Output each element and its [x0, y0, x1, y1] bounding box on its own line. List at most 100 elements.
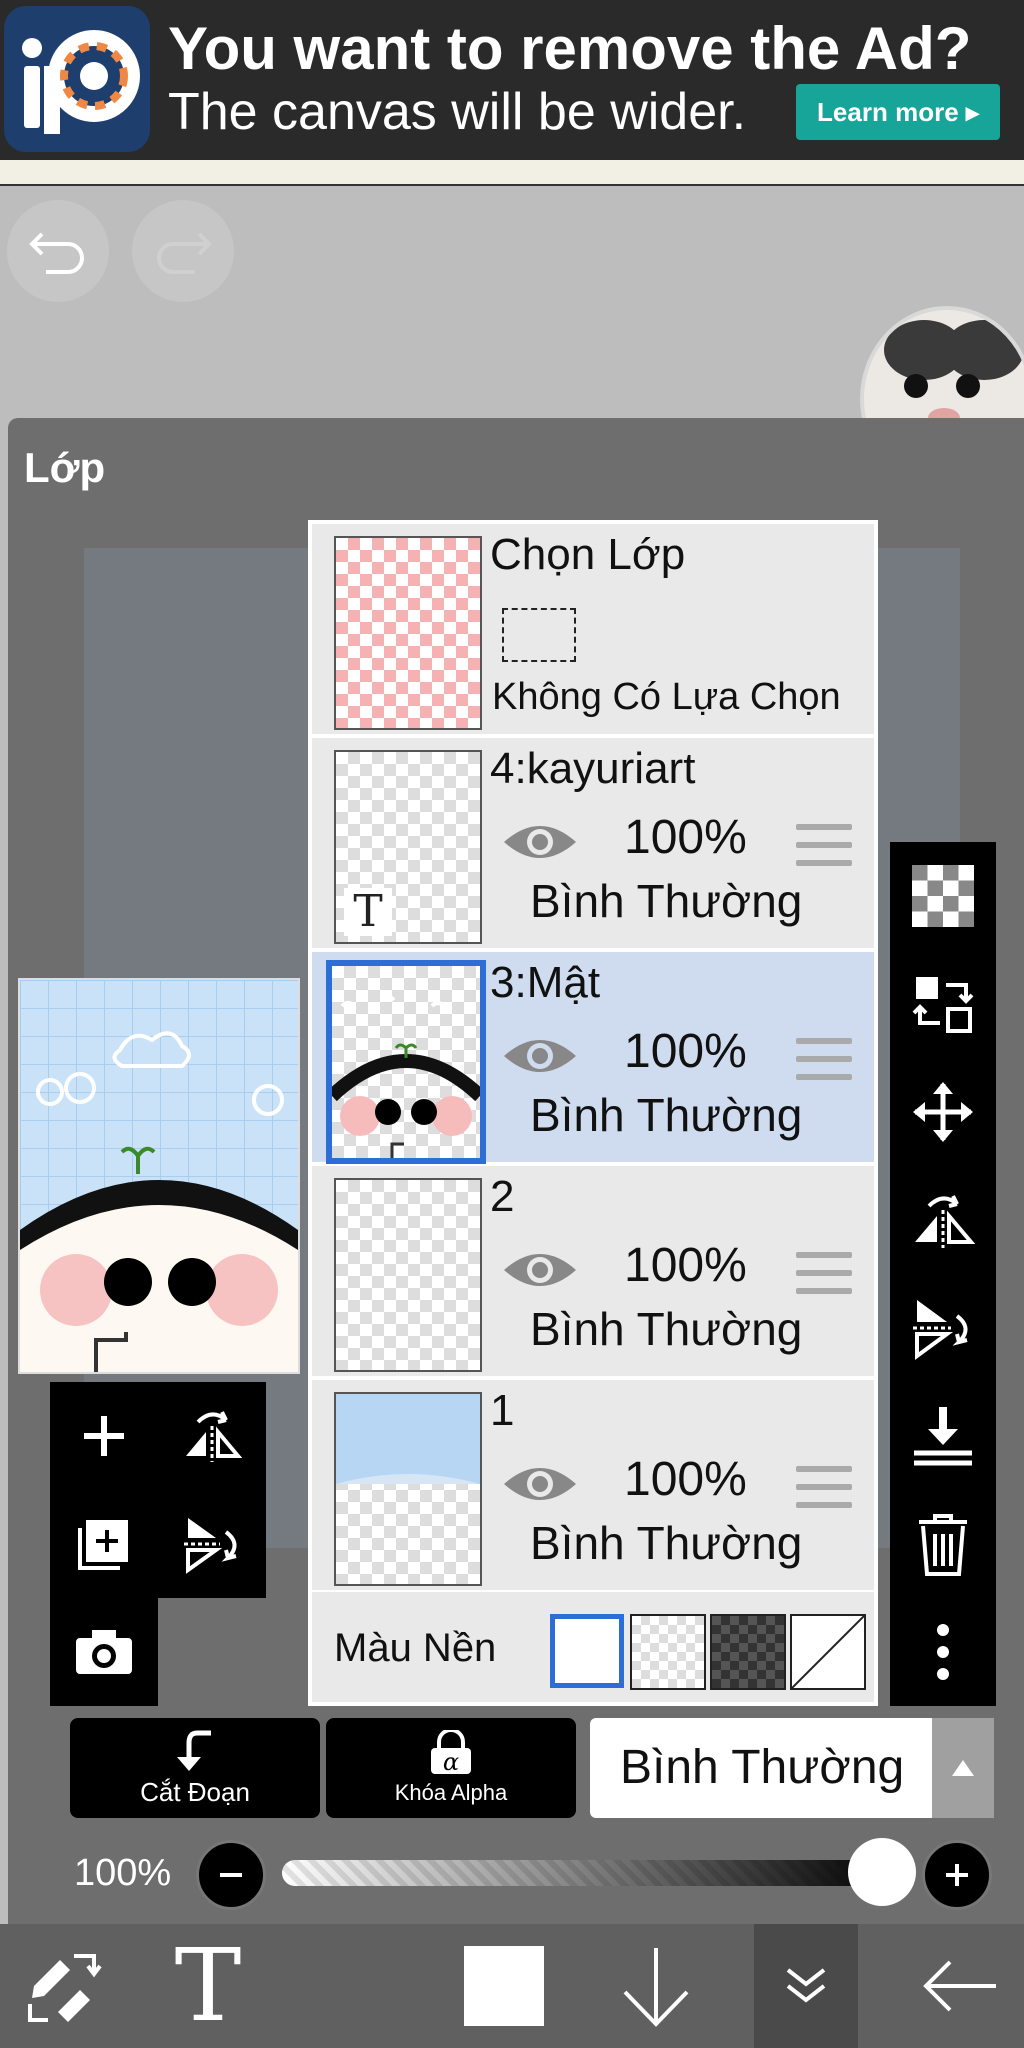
drag-handle-icon[interactable] — [796, 1038, 852, 1084]
layer-name: 4:kayuriart — [490, 744, 696, 793]
undo-icon — [29, 232, 84, 274]
plus-icon — [946, 1864, 968, 1886]
transform-tool-button[interactable] — [0, 1924, 128, 2048]
layer-opacity: 100% — [624, 1239, 747, 1292]
text-layer-icon: T — [344, 888, 392, 936]
drag-handle-icon[interactable] — [796, 1252, 852, 1298]
visibility-eye-icon[interactable] — [502, 1032, 578, 1080]
layer-opacity: 100% — [624, 1025, 747, 1078]
visibility-eye-icon[interactable] — [502, 1460, 578, 1508]
bg-dark-checker-swatch[interactable] — [710, 1614, 786, 1690]
transparency-checker-button[interactable] — [890, 842, 996, 950]
flip-horizontal-icon — [915, 1195, 975, 1248]
redo-icon — [157, 232, 212, 274]
color-button[interactable] — [440, 1924, 568, 2048]
text-tool-button[interactable]: T — [144, 1924, 272, 2048]
more-options-button[interactable] — [890, 1598, 996, 1706]
alpha-lock-label: Khóa Alpha — [394, 1780, 508, 1805]
current-color-swatch — [464, 1946, 544, 2026]
bg-transparent-swatch[interactable] — [630, 1614, 706, 1690]
layer-thumbnail — [334, 1178, 482, 1372]
layer-row[interactable]: 1 100% Bình Thường — [312, 1380, 874, 1590]
swap-icon — [912, 977, 974, 1033]
clipping-button[interactable]: Cắt Đoạn — [70, 1718, 320, 1818]
selection-status: Không Có Lựa Chọn — [492, 676, 841, 718]
ad-divider — [0, 160, 1024, 186]
transform-icon — [28, 1954, 102, 2022]
blend-mode-dropdown[interactable] — [932, 1718, 994, 1818]
selection-layer-name: Chọn Lớp — [490, 530, 686, 579]
ad-title: You want to remove the Ad? — [168, 15, 972, 82]
panel-title: Lớp — [24, 444, 106, 491]
layer-blend-mode: Bình Thường — [530, 1089, 803, 1141]
selection-layer-thumbnail — [334, 536, 482, 730]
trash-icon — [919, 1514, 967, 1576]
layers-list: Chọn Lớp Không Có Lựa Chọn T 4:kayuriart… — [308, 520, 878, 1706]
opacity-slider-thumb[interactable] — [848, 1838, 916, 1906]
layer-opacity: 100% — [624, 811, 747, 864]
more-vertical-icon — [937, 1624, 949, 1680]
merge-down-button[interactable] — [890, 1382, 996, 1490]
layer-opacity: 100% — [624, 1453, 747, 1506]
canvas-preview[interactable] — [18, 978, 300, 1374]
camera-button[interactable] — [50, 1598, 158, 1706]
layer-blend-mode: Bình Thường — [530, 875, 803, 927]
bg-custom-swatch[interactable] — [790, 1614, 866, 1690]
flip-vertical-button[interactable] — [158, 1490, 266, 1598]
alpha-lock-icon: α — [431, 1730, 471, 1776]
clipping-label: Cắt Đoạn — [140, 1776, 250, 1807]
opacity-slider[interactable] — [282, 1860, 890, 1886]
back-button[interactable] — [896, 1924, 1024, 2048]
flip-vertical-icon — [184, 1518, 237, 1574]
triangle-up-icon — [952, 1760, 974, 1776]
selection-icon — [502, 608, 576, 662]
layer-down-button[interactable] — [592, 1924, 720, 2048]
bg-white-swatch[interactable] — [550, 1614, 624, 1688]
duplicate-layer-button[interactable] — [50, 1490, 158, 1598]
ad-banner[interactable]: You want to remove the Ad? The canvas wi… — [0, 0, 1024, 160]
selection-layer-row[interactable]: Chọn Lớp Không Có Lựa Chọn — [312, 524, 874, 734]
collapse-panel-button[interactable] — [742, 1924, 870, 2048]
merge-down-icon — [914, 1407, 972, 1466]
drag-handle-icon[interactable] — [796, 824, 852, 870]
flip-horizontal-icon — [186, 1411, 242, 1462]
layer-blend-mode: Bình Thường — [530, 1517, 803, 1569]
flip-vertical-right-button[interactable] — [890, 1274, 996, 1382]
background-color-row: Màu Nền — [312, 1592, 874, 1702]
flip-horizontal-button[interactable] — [158, 1382, 266, 1490]
swap-layers-button[interactable] — [890, 950, 996, 1058]
drag-handle-icon[interactable] — [796, 1466, 852, 1512]
layer-row[interactable]: 2 100% Bình Thường — [312, 1166, 874, 1376]
opacity-decrease-button[interactable] — [196, 1840, 266, 1910]
minus-icon — [220, 1873, 242, 1877]
layer-row[interactable]: T 4:kayuriart 100% Bình Thường — [312, 738, 874, 948]
blend-mode-select[interactable]: Bình Thường — [590, 1718, 994, 1818]
visibility-eye-icon[interactable] — [502, 818, 578, 866]
redo-button[interactable] — [132, 200, 234, 302]
layer-name: 1 — [490, 1386, 515, 1435]
svg-text:α: α — [443, 1748, 459, 1776]
opacity-increase-button[interactable] — [922, 1840, 992, 1910]
blend-mode-value: Bình Thường — [620, 1741, 905, 1794]
visibility-eye-icon[interactable] — [502, 1246, 578, 1294]
ad-subtitle: The canvas will be wider. — [168, 83, 747, 141]
alpha-lock-button[interactable]: α Khóa Alpha — [326, 1718, 576, 1818]
plus-icon — [84, 1416, 124, 1456]
delete-layer-button[interactable] — [890, 1490, 996, 1598]
arrow-down-icon — [623, 1948, 689, 2027]
layer-thumbnail — [326, 960, 486, 1164]
arrow-left-icon — [923, 1960, 996, 2012]
flip-vertical-icon — [913, 1300, 968, 1360]
move-button[interactable] — [890, 1058, 996, 1166]
layer-name: 2 — [490, 1172, 515, 1221]
checker-icon — [912, 865, 974, 927]
left-toolbox — [50, 1382, 266, 1598]
undo-button[interactable] — [7, 200, 109, 302]
learn-more-button[interactable]: Learn more ▸ — [796, 84, 1000, 140]
copy-layer-icon — [78, 1520, 128, 1570]
add-layer-button[interactable] — [50, 1382, 158, 1490]
layer-row[interactable]: 3:Mật 100% Bình Thường — [312, 952, 874, 1164]
layer-thumbnail — [334, 1392, 482, 1586]
flip-horizontal-right-button[interactable] — [890, 1166, 996, 1274]
move-icon — [913, 1082, 973, 1142]
